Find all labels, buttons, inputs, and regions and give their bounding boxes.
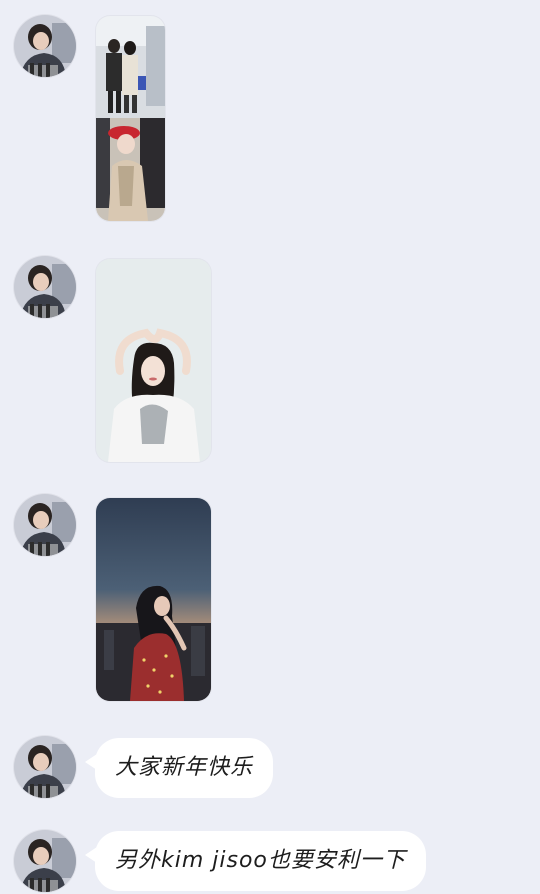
- avatar[interactable]: [14, 494, 76, 556]
- message-photo-collage[interactable]: [96, 16, 165, 221]
- avatar[interactable]: [14, 15, 76, 77]
- avatar[interactable]: [14, 736, 76, 798]
- avatar[interactable]: [14, 830, 76, 892]
- message-photo[interactable]: [96, 259, 211, 462]
- message-bubble[interactable]: 另外kim jisoo也要安利一下: [85, 831, 426, 891]
- message-photo[interactable]: [96, 498, 211, 701]
- message-bubble[interactable]: 大家新年快乐: [84, 738, 274, 798]
- avatar[interactable]: [14, 256, 76, 318]
